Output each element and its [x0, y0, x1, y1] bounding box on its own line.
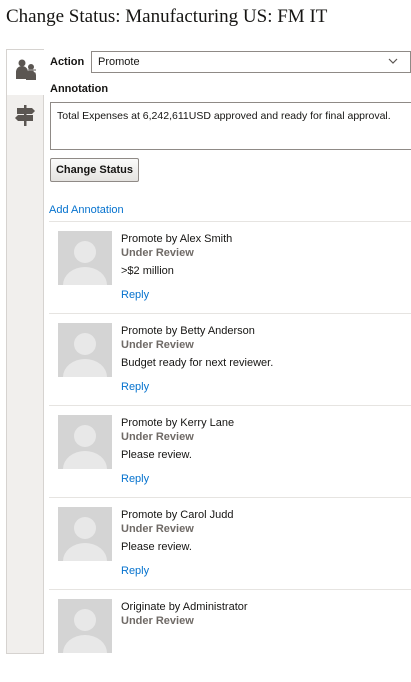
- action-select-value: Promote: [98, 56, 140, 68]
- annotation-item: Originate by Administrator Under Review: [43, 590, 411, 682]
- annotation-status: Under Review: [121, 615, 194, 627]
- change-status-button[interactable]: Change Status: [50, 158, 139, 182]
- reply-link[interactable]: Reply: [121, 473, 149, 485]
- reply-link[interactable]: Reply: [121, 289, 149, 301]
- annotation-comment: Please review.: [121, 541, 192, 553]
- vertical-tab-bar: [6, 49, 44, 654]
- add-annotation-link[interactable]: Add Annotation: [49, 204, 124, 216]
- annotation-title: Promote by Alex Smith: [121, 233, 233, 245]
- annotation-status: Under Review: [121, 247, 194, 259]
- annotation-status: Under Review: [121, 339, 194, 351]
- annotation-comment: Please review.: [121, 449, 192, 461]
- annotation-comment: >$2 million: [121, 265, 174, 277]
- action-select[interactable]: Promote: [91, 51, 411, 73]
- avatar: [58, 231, 112, 285]
- reply-link[interactable]: Reply: [121, 565, 149, 577]
- annotation-item: Promote by Alex Smith Under Review >$2 m…: [43, 222, 411, 314]
- annotation-status: Under Review: [121, 431, 194, 443]
- page-title: Change Status: Manufacturing US: FM IT: [6, 6, 328, 27]
- tab-change-status[interactable]: [7, 49, 44, 95]
- annotation-item: Promote by Betty Anderson Under Review B…: [43, 314, 411, 406]
- annotation-comment: Budget ready for next reviewer.: [121, 357, 274, 369]
- action-label: Action: [50, 56, 85, 68]
- annotation-title: Promote by Kerry Lane: [121, 417, 235, 429]
- reply-link[interactable]: Reply: [121, 381, 149, 393]
- people-transfer-icon: [13, 57, 39, 88]
- annotation-label: Annotation: [50, 83, 109, 95]
- avatar: [58, 323, 112, 377]
- annotation-title: Promote by Carol Judd: [121, 509, 234, 521]
- annotation-status: Under Review: [121, 523, 194, 535]
- signpost-icon: [13, 102, 37, 133]
- change-status-panel: Action Promote Annotation Total Expenses…: [43, 49, 411, 657]
- annotation-title: Originate by Administrator: [121, 601, 248, 613]
- avatar: [58, 599, 112, 653]
- annotation-item: Promote by Kerry Lane Under Review Pleas…: [43, 406, 411, 498]
- annotation-title: Promote by Betty Anderson: [121, 325, 255, 337]
- annotation-item: Promote by Carol Judd Under Review Pleas…: [43, 498, 411, 590]
- tab-path[interactable]: [7, 95, 43, 139]
- chevron-down-icon: [388, 56, 398, 69]
- annotation-textarea[interactable]: Total Expenses at 6,242,611USD approved …: [50, 102, 411, 150]
- avatar: [58, 507, 112, 561]
- avatar: [58, 415, 112, 469]
